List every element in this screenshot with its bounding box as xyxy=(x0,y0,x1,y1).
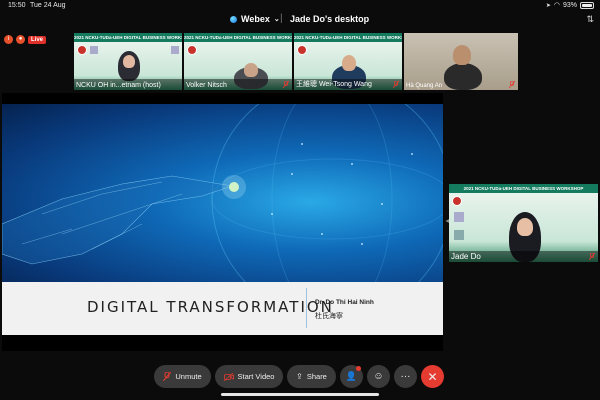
slide-title: DIGITAL TRANSFORMATION xyxy=(87,298,334,316)
live-badge: Live xyxy=(28,35,47,44)
app-name: Webex ⌄ xyxy=(230,14,280,24)
layout-toggle-icon[interactable]: ⇅ xyxy=(586,14,594,25)
mic-off-icon xyxy=(163,372,172,381)
app-name-label: Webex xyxy=(241,14,270,24)
participants-button[interactable]: 👤 xyxy=(340,365,363,388)
participant-name: Hà Quang An xyxy=(406,83,443,89)
university-logo-icon xyxy=(77,45,87,55)
mic-off-icon xyxy=(283,81,289,88)
status-bar: 15:50 Tue 24 Aug ➤ ◠ 93% xyxy=(0,0,600,12)
speaker-photo-icon xyxy=(90,46,98,54)
record-icon[interactable]: ● xyxy=(16,35,25,44)
active-speaker-name: Jade Do xyxy=(451,252,481,261)
chevron-down-icon[interactable]: ⌄ xyxy=(274,15,280,23)
mic-off-icon xyxy=(509,81,515,88)
active-speaker-tile[interactable]: 2021 NCKU-TUDa-UEH DIGITAL BUSINESS WORK… xyxy=(449,184,598,262)
participant-name: Volker Nitsch xyxy=(186,82,227,89)
video-off-icon xyxy=(223,372,234,381)
shared-screen: DIGITAL TRANSFORMATION Dr. Do Thi Hai Ni… xyxy=(2,93,443,351)
participant-face xyxy=(342,55,356,71)
share-icon: ⇪ xyxy=(296,372,303,381)
participant-face xyxy=(517,218,533,236)
participant-video xyxy=(444,63,482,90)
leave-meeting-button[interactable]: ✕ xyxy=(421,365,444,388)
info-icon[interactable]: i xyxy=(4,35,13,44)
home-indicator[interactable] xyxy=(221,393,379,396)
status-indicators: ➤ ◠ 93% xyxy=(546,1,594,9)
mic-off-icon xyxy=(589,253,595,260)
speaker-photo-icon xyxy=(454,230,464,240)
battery-percent: 93% xyxy=(562,1,577,9)
slide-author: Dr. Do Thi Hai Ninh xyxy=(315,299,374,306)
university-logo-icon xyxy=(297,45,307,55)
participant-tile[interactable]: 2021 NCKU-TUDa-UEH DIGITAL BUSINESS WORK… xyxy=(74,33,182,90)
slide-caption: DIGITAL TRANSFORMATION Dr. Do Thi Hai Ni… xyxy=(2,282,443,335)
wifi-icon: ◠ xyxy=(553,2,560,9)
mic-off-icon xyxy=(393,81,399,88)
slide-divider xyxy=(306,288,307,328)
slide-author-chinese: 杜氏海寧 xyxy=(315,313,343,320)
speaker-photo-icon xyxy=(171,46,179,54)
university-logo-icon xyxy=(452,196,462,206)
notification-dot xyxy=(356,366,361,371)
workshop-banner: 2021 NCKU-TUDa-UEH DIGITAL BUSINESS WORK… xyxy=(449,184,598,193)
participant-tile[interactable]: 2021 NCKU-TUDa-UEH DIGITAL BUSINESS WORK… xyxy=(184,33,292,90)
meeting-controls: Unmute Start Video ⇪ Share 👤 ☺ ··· ✕ xyxy=(0,364,600,390)
participant-name: 王維聰 Wei-Tsong Wang xyxy=(296,81,372,88)
webex-logo-icon xyxy=(230,15,237,23)
speaker-photo-icon xyxy=(454,212,464,222)
participants-icon: 👤 xyxy=(345,371,358,381)
digital-hand-globe-illustration xyxy=(2,93,443,320)
participant-tile[interactable]: 2021 NCKU-TUDa-UEH DIGITAL BUSINESS WORK… xyxy=(294,33,402,90)
battery-icon xyxy=(580,1,594,9)
recording-indicators: i ● Live xyxy=(4,35,47,44)
more-icon: ··· xyxy=(400,371,411,382)
workshop-banner: 2021 NCKU-TUDa-UEH DIGITAL BUSINESS WORK… xyxy=(184,33,292,42)
start-video-button[interactable]: Start Video xyxy=(215,365,283,388)
participant-face xyxy=(453,45,471,65)
location-icon: ➤ xyxy=(545,2,551,9)
unmute-button[interactable]: Unmute xyxy=(154,365,211,388)
close-icon: ✕ xyxy=(427,369,438,384)
unmute-label: Unmute xyxy=(175,372,202,381)
reactions-button[interactable]: ☺ xyxy=(367,365,390,388)
participant-tile[interactable]: Hà Quang An xyxy=(404,33,518,90)
start-video-label: Start Video xyxy=(237,372,275,381)
more-options-button[interactable]: ··· xyxy=(394,365,417,388)
share-button[interactable]: ⇪ Share xyxy=(287,365,336,388)
title-separator: | xyxy=(280,13,283,24)
share-label: Share xyxy=(306,372,327,381)
slide-image xyxy=(2,93,443,320)
reactions-icon: ☺ xyxy=(373,371,384,382)
participant-face xyxy=(244,63,258,77)
participant-face xyxy=(123,55,135,68)
status-time: 15:50 xyxy=(8,2,26,9)
window-title: Jade Do's desktop xyxy=(290,14,370,24)
status-date: Tue 24 Aug xyxy=(30,2,66,9)
workshop-banner: 2021 NCKU-TUDa-UEH DIGITAL BUSINESS WORK… xyxy=(294,33,402,42)
participant-name: NCKU OH in...etnam (host) xyxy=(76,82,161,89)
university-logo-icon xyxy=(187,45,197,55)
meeting-topbar: Webex ⌄ | Jade Do's desktop ⇅ xyxy=(0,12,600,30)
workshop-banner: 2021 NCKU-TUDa-UEH DIGITAL BUSINESS WORK… xyxy=(74,33,182,42)
